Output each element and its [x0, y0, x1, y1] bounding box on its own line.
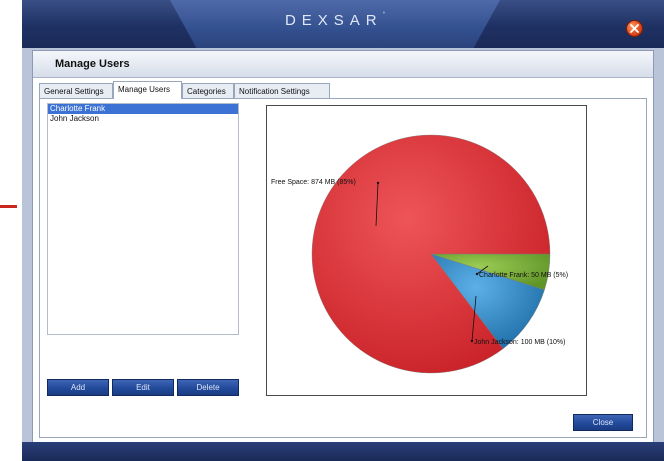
storage-pie-chart: Free Space: 874 MB (85%) Charlotte Frank:… — [266, 105, 587, 396]
delete-button[interactable]: Delete — [177, 379, 239, 396]
slice-data-label: Charlotte Frank: 50 MB (5%) — [479, 272, 568, 279]
pie-chart-canvas: Free Space: 874 MB (85%) Charlotte Frank:… — [271, 134, 568, 374]
bottom-bar — [22, 442, 664, 461]
decorative-red-line — [0, 205, 17, 208]
content-area: Manage Users General Settings Manage Use… — [32, 50, 654, 444]
brand-logo: DEXSAR° — [284, 12, 386, 29]
list-item[interactable]: John Jackson — [48, 114, 238, 124]
close-button[interactable]: Close — [573, 414, 633, 431]
title-bar: DEXSAR° — [22, 0, 664, 48]
slice-data-label: John Jackson: 100 MB (10%) — [474, 339, 565, 346]
add-button[interactable]: Add — [47, 379, 109, 396]
edit-button[interactable]: Edit — [112, 379, 174, 396]
tab-general-settings[interactable]: General Settings — [39, 83, 113, 98]
label-anchor-dot — [475, 272, 479, 276]
list-item[interactable]: Charlotte Frank — [48, 104, 238, 114]
tab-notification-settings[interactable]: Notification Settings — [234, 83, 330, 98]
tab-categories[interactable]: Categories — [182, 83, 234, 98]
tab-panel-manage-users: Charlotte Frank John Jackson Add Edit De… — [39, 98, 647, 438]
section-header: Manage Users — [33, 51, 653, 78]
app-window: DEXSAR° Manage Users General Settings Ma… — [22, 0, 664, 461]
close-icon[interactable] — [626, 20, 643, 37]
user-list[interactable]: Charlotte Frank John Jackson — [47, 103, 239, 335]
tab-manage-users[interactable]: Manage Users — [113, 81, 182, 99]
label-anchor-dot — [376, 181, 380, 185]
label-anchor-dot — [470, 339, 474, 343]
slice-data-label: Free Space: 874 MB (85%) — [271, 179, 356, 186]
page-title: Manage Users — [55, 58, 130, 70]
